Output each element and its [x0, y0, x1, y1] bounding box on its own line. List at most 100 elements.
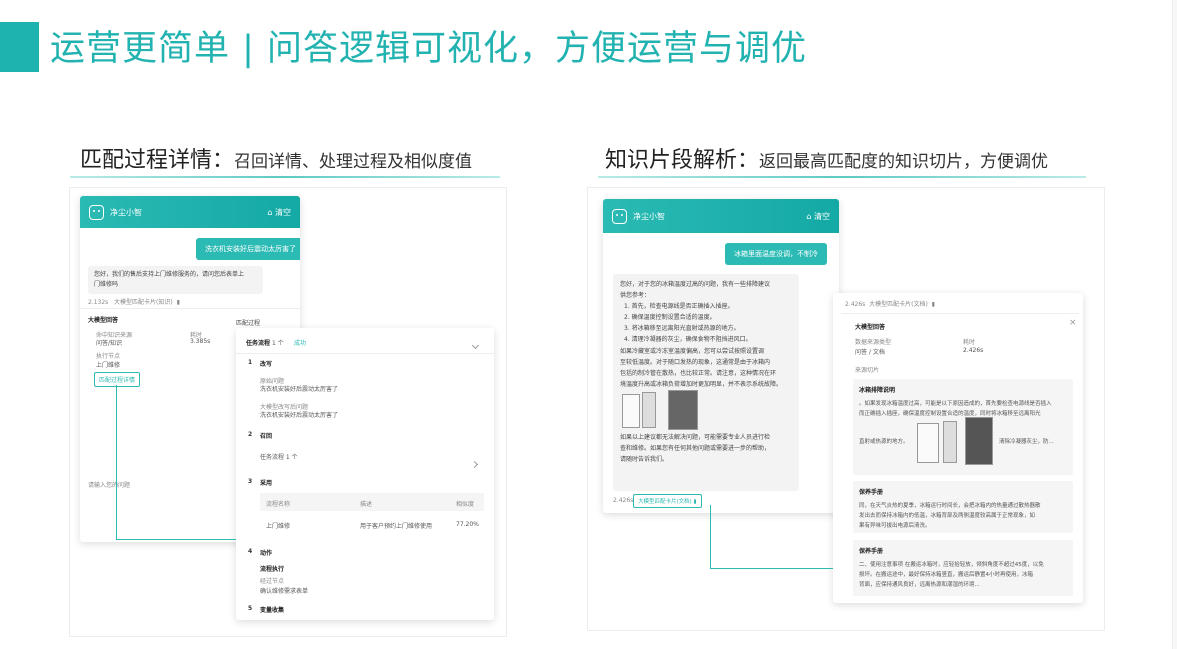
right-bot-name: 净尘小智	[633, 211, 665, 221]
left-meta: 2.132s 大模型匹配卡片(知识) ▮	[88, 297, 180, 306]
action-val: 确认维修需求表单	[260, 588, 309, 595]
step-5-name: 变量收集	[260, 607, 285, 614]
card-1-title: 冰箱排障说明	[859, 387, 896, 394]
right-edge	[1172, 0, 1177, 649]
card-3-text2: 损坏。在搬运途中，最好保持冰箱竖直，搬运后静置4小时再使用，冰箱	[859, 572, 1034, 578]
th-sim: 相似度	[456, 501, 475, 508]
right-section-title: 知识片段解析：返回最高匹配度的知识切片，方便调优	[605, 142, 1048, 174]
left-underline	[70, 176, 500, 178]
left-detail-row2-label: 执行节点	[96, 353, 121, 360]
bot-name: 净尘小智	[110, 207, 142, 217]
detail-divider	[841, 313, 1079, 314]
card-3-text3: 背面，应保持通风良好，远离热源和潮湿的环境...	[859, 582, 980, 588]
right-connector	[710, 505, 833, 569]
close-icon[interactable]: ×	[1069, 318, 1077, 328]
left-meta-score: 2.132s	[88, 299, 109, 306]
fridge-dark-image	[965, 417, 993, 465]
step-2-name: 召回	[260, 433, 273, 440]
left-section-title: 匹配过程详情：召回详情、处理过程及相似度值	[80, 142, 472, 174]
right-meta-source: 大模型匹配卡片(文档)	[638, 499, 692, 505]
task-label: 任务流程	[246, 340, 271, 347]
left-detail-title: 大模型回答	[88, 317, 119, 324]
slide-title: 运营更简单 | 问答逻辑可视化，方便运营与调优	[50, 29, 808, 69]
answer-intro2: 供您参考：	[620, 292, 651, 300]
source-label: 来源切片	[855, 367, 880, 374]
answer-para2-0: 如果以上建议都无法解决问题，可能需要专业人员进行检	[620, 433, 771, 441]
clear-label: 清空	[275, 207, 291, 217]
detail-meta-score: 2.426s	[845, 301, 866, 308]
table-row: 上门维修 用于客户预约上门维修使用 77.20%	[260, 516, 484, 534]
step-1-name: 改写	[260, 361, 273, 368]
answer-para1-3: 境温度升高或冰箱负荷增加时更加明显，并不表示系统故障。	[620, 380, 783, 388]
action-title: 流程执行	[260, 566, 285, 573]
left-heading-sep: ：	[212, 148, 235, 173]
source-card-1: 冰箱排障说明 。如果发现冰箱温度过高，可能是以下原因造成的，首先要检查电源线是否…	[853, 379, 1073, 475]
right-heading-sep: ：	[737, 148, 760, 173]
left-chat-header: 净尘小智 ⌂ 清空	[80, 196, 300, 228]
left-user-message: 洗衣机安装好后震动太厉害了	[196, 238, 300, 260]
process-label: 匹配过程	[236, 320, 261, 327]
rewrite-new: 洗衣机安装好后震动太厉害了	[260, 412, 339, 419]
right-meta-score: 2.426s	[613, 497, 634, 504]
trash-icon[interactable]: ▮	[177, 299, 180, 306]
answer-step3: 3. 将冰箱移至远离阳光直射或热源的地方。	[624, 325, 740, 333]
right-answer-bubble: 您好，对于您的冰箱温度过高的问题，我有一些排障建议 供您参考： 1. 首先，检查…	[613, 274, 799, 491]
left-detail-val1: 问答/知识	[96, 340, 123, 347]
process-panel: 任务流程 1 个 成功 1 改写 原始问题 洗衣机安装好后震动太厉害了 大模型改…	[236, 328, 494, 620]
right-detail-panel: 2.426s 大模型匹配卡片(文档) ▮ 大模型回答 × 数据来源类型 耗时 问…	[833, 293, 1083, 603]
left-heading: 匹配过程详情	[80, 148, 213, 173]
right-chat-header: 净尘小智 ⌂ 清空	[603, 199, 839, 233]
detail-title: 大模型回答	[855, 324, 886, 331]
recall-row[interactable]: 任务流程 1 个	[260, 452, 298, 461]
th-name: 流程名称	[266, 501, 291, 508]
answer-step2: 2. 确保温度控制设置合适的温度。	[624, 314, 716, 322]
right-meta-source-link[interactable]: 大模型匹配卡片(文档) ▮	[633, 494, 702, 508]
source-card-3: 保养手册 二、使用注意事项 在搬运冰箱时，应轻抬轻放，倾斜角度不超过45度，以免…	[853, 540, 1073, 596]
detail-col2: 耗时	[963, 339, 976, 346]
adopt-table-header: 流程名称 描述 相似度	[260, 493, 484, 511]
td-sim: 77.20%	[456, 521, 479, 528]
answer-para1-2: 包括的制冷管在散热，也比较正常。请注意，这种情况在环	[620, 369, 777, 377]
step-1-number: 1	[248, 359, 253, 366]
process-task-row[interactable]: 任务流程 1 个 成功	[236, 328, 494, 354]
task-success: 成功	[294, 340, 307, 347]
td-desc: 用于客户预约上门维修使用	[360, 523, 433, 530]
card-2-text2: 发出去而保持冰箱内的低温，冰箱背部及两侧温度较高属于正常现象，如	[859, 513, 1036, 519]
left-answer-line2: 门维修吗	[94, 281, 119, 289]
card-2-text1: 同，在天气炎热的夏季，冰箱运行时间长，会把冰箱内的热量通过散热器散	[859, 503, 1041, 509]
detail-meta-source: 大模型匹配卡片(文档)	[869, 301, 928, 308]
card-1-text2: 而正确插入插座，确保温度控制设置合适的温度，同时将冰箱移至远离阳光	[859, 411, 1041, 417]
answer-step4: 4. 清理冷凝器的灰尘，确保食物不阻挡进风口。	[624, 336, 752, 344]
right-user-message: 冰箱里面温度没调，不制冷	[725, 243, 827, 265]
card-1-text3: 直射或热源的地方。	[859, 439, 909, 445]
left-answer-bubble: 您好，我们的售后支持上门维修服务的，请问您后表单上 门维修吗	[88, 266, 263, 295]
step-3-number: 3	[248, 478, 253, 485]
step-4-number: 4	[248, 548, 253, 555]
source-card-2: 保养手册 同，在天气炎热的夏季，冰箱运行时间长，会把冰箱内的热量通过散热器散 发…	[853, 481, 1073, 533]
left-detail-val2: 3.385s	[190, 338, 211, 345]
rewrite-orig: 洗衣机安装好后震动太厉害了	[260, 386, 339, 393]
left-meta-source: 大模型匹配卡片(知识)	[114, 299, 173, 306]
card-3-title: 保养手册	[859, 548, 884, 555]
step-4-name: 动作	[260, 550, 273, 557]
chevron-down-icon[interactable]	[469, 341, 488, 350]
step-3-name: 采用	[260, 480, 273, 487]
detail-meta: 2.426s 大模型匹配卡片(文档) ▮	[845, 299, 935, 308]
card-3-text1: 二、使用注意事项 在搬运冰箱时，应轻抬轻放，倾斜角度不超过45度，以免	[859, 562, 1044, 568]
left-clear-button[interactable]: ⌂ 清空	[267, 207, 291, 218]
chevron-right-icon[interactable]	[470, 452, 479, 471]
detail-col1: 数据来源类型	[855, 339, 892, 346]
right-clear-button[interactable]: ⌂ 清空	[806, 211, 830, 222]
left-subheading: 召回详情、处理过程及相似度值	[234, 152, 473, 172]
answer-step1: 1. 首先，检查电源线是否正确插入插座。	[624, 303, 734, 311]
bot-icon	[612, 208, 627, 224]
answer-para2-2: 请随时告诉我们。	[620, 456, 669, 464]
detail-val1: 问答 / 文档	[855, 349, 885, 356]
card-2-text3: 果有异味可拔出电源后清洗。	[859, 523, 931, 529]
slide: 运营更简单 | 问答逻辑可视化，方便运营与调优 匹配过程详情：召回详情、处理过程…	[0, 0, 1177, 649]
answer-intro1: 您好，对于您的冰箱温度过高的问题，我有一些排障建议	[620, 281, 771, 288]
right-subheading: 返回最高匹配度的知识切片，方便调优	[759, 152, 1049, 172]
trash-icon[interactable]: ▮	[932, 301, 935, 308]
task-count: 1 个	[272, 340, 284, 347]
detail-val2: 2.426s	[963, 347, 984, 354]
